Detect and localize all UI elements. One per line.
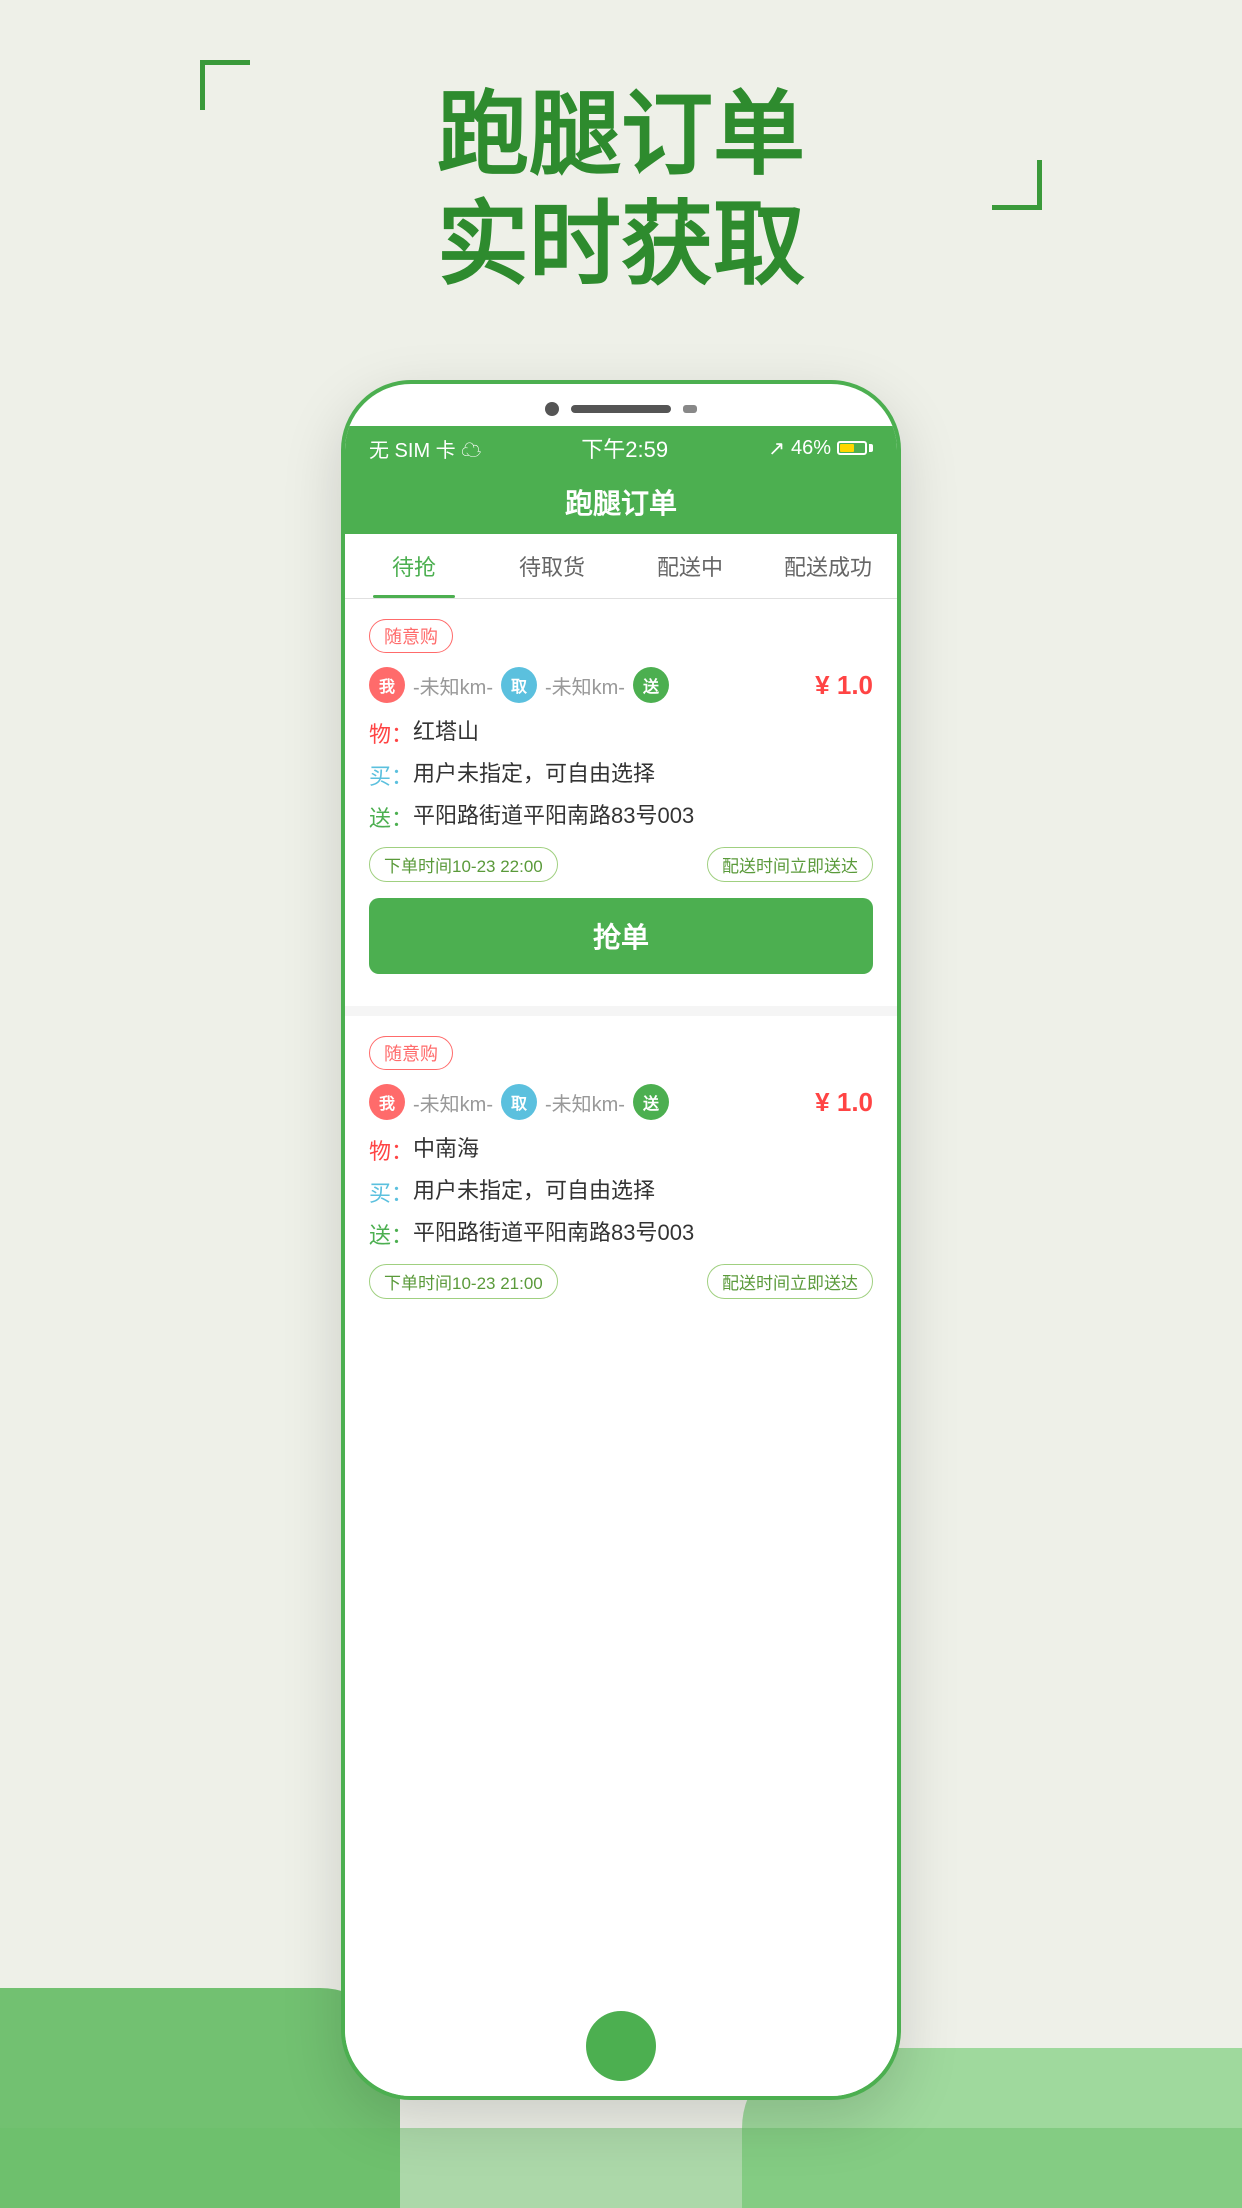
send-row-2: 送： 平阳路街道平阳南路83号003 (369, 1218, 873, 1250)
tab-pending-grab[interactable]: 待抢 (345, 534, 483, 598)
clock: 下午2:59 (581, 432, 668, 464)
tab-delivering[interactable]: 配送中 (621, 534, 759, 598)
home-button[interactable] (586, 2011, 656, 2081)
deliver-dot-1: 送 (633, 667, 669, 703)
sim-wifi-status: 无 SIM 卡 ☁ (369, 434, 481, 463)
buy-row-1: 买： 用户未指定，可自由选择 (369, 759, 873, 791)
header-title: 跑腿订单 实时获取 (0, 60, 1242, 321)
bracket-bottom-right (992, 160, 1042, 210)
send-label-1: 送： (369, 801, 413, 833)
order-card-1: 随意购 我 -未知km- 取 -未知km- 送 ¥ 1.0 物： 红塔山 (345, 599, 897, 994)
delivery-time-2: 配送时间立即送达 (707, 1264, 873, 1299)
order-tag-label-2: 随意购 (384, 1044, 438, 1064)
send-label-2: 送： (369, 1218, 413, 1250)
item-value-1: 红塔山 (413, 717, 479, 748)
tab-pending-pickup-label: 待取货 (519, 555, 585, 580)
battery-fill (840, 444, 854, 452)
home-button-area (345, 1996, 897, 2096)
send-value-2: 平阳路街道平阳南路83号003 (413, 1218, 694, 1249)
buy-value-1: 用户未指定，可自由选择 (413, 759, 655, 790)
buy-label-2: 买： (369, 1176, 413, 1208)
phone-content: 随意购 我 -未知km- 取 -未知km- 送 ¥ 1.0 物： 红塔山 (345, 599, 897, 2100)
time-row-2: 下单时间10-23 21:00 配送时间立即送达 (369, 1264, 873, 1299)
distance2-2: -未知km- (545, 1088, 625, 1117)
grab-button-1[interactable]: 抢单 (369, 898, 873, 974)
grab-button-label-1: 抢单 (593, 922, 649, 953)
status-bar: 无 SIM 卡 ☁ 下午2:59 ↗ 46% (345, 426, 897, 470)
status-left: 无 SIM 卡 ☁ (369, 434, 481, 463)
deliver-dot-2: 送 (633, 1084, 669, 1120)
phone-mockup: 无 SIM 卡 ☁ 下午2:59 ↗ 46% 跑腿订单 待抢 待取货 配送中 (341, 380, 901, 2100)
order-tag-label-1: 随意购 (384, 627, 438, 647)
distance1-2: -未知km- (413, 1088, 493, 1117)
send-row-1: 送： 平阳路街道平阳南路83号003 (369, 801, 873, 833)
time-row-1: 下单时间10-23 22:00 配送时间立即送达 (369, 847, 873, 882)
camera-dot (545, 402, 559, 416)
sensor (683, 405, 697, 413)
item-label-2: 物： (369, 1134, 413, 1166)
tab-pending-pickup[interactable]: 待取货 (483, 534, 621, 598)
speaker (571, 405, 671, 413)
deliver-label-1: 送 (643, 673, 659, 697)
distance2-1: -未知km- (545, 671, 625, 700)
app-title: 跑腿订单 (565, 488, 677, 519)
me-label-2: 我 (379, 1090, 395, 1114)
price-1: ¥ 1.0 (815, 670, 873, 701)
header-line2: 实时获取 (0, 190, 1242, 300)
item-value-2: 中南海 (413, 1134, 479, 1165)
order-tag-2: 随意购 (369, 1036, 453, 1070)
route-row-1: 我 -未知km- 取 -未知km- 送 ¥ 1.0 (369, 667, 873, 703)
deliver-label-2: 送 (643, 1090, 659, 1114)
tab-delivering-label: 配送中 (657, 555, 723, 580)
status-right: ↗ 46% (768, 436, 873, 461)
distance1-1: -未知km- (413, 671, 493, 700)
battery-icon (837, 441, 873, 455)
battery-percent: 46% (791, 437, 831, 460)
power-button (897, 754, 901, 864)
header-line1: 跑腿订单 (0, 80, 1242, 190)
buy-row-2: 买： 用户未指定，可自由选择 (369, 1176, 873, 1208)
header-area: 跑腿订单 实时获取 (0, 60, 1242, 321)
me-label-1: 我 (379, 673, 395, 697)
app-header: 跑腿订单 (345, 470, 897, 534)
bracket-top-left (200, 60, 250, 110)
delivery-time-1: 配送时间立即送达 (707, 847, 873, 882)
divider-1 (345, 1006, 897, 1016)
phone-top-bar (345, 384, 897, 426)
me-dot-1: 我 (369, 667, 405, 703)
pick-label-2: 取 (511, 1090, 527, 1114)
tab-bar: 待抢 待取货 配送中 配送成功 (345, 534, 897, 599)
tab-delivered-label: 配送成功 (784, 555, 872, 580)
pick-label-1: 取 (511, 673, 527, 697)
pick-dot-2: 取 (501, 1084, 537, 1120)
item-row-1: 物： 红塔山 (369, 717, 873, 749)
tab-delivered[interactable]: 配送成功 (759, 534, 897, 598)
bg-decoration-center (0, 2128, 1242, 2208)
signal-icon: ↗ (768, 436, 785, 461)
battery-body (837, 441, 867, 455)
send-value-1: 平阳路街道平阳南路83号003 (413, 801, 694, 832)
item-label-1: 物： (369, 717, 413, 749)
battery-tip (869, 444, 873, 452)
pick-dot-1: 取 (501, 667, 537, 703)
buy-label-1: 买： (369, 759, 413, 791)
route-row-2: 我 -未知km- 取 -未知km- 送 ¥ 1.0 (369, 1084, 873, 1120)
buy-value-2: 用户未指定，可自由选择 (413, 1176, 655, 1207)
order-time-1: 下单时间10-23 22:00 (369, 847, 558, 882)
price-2: ¥ 1.0 (815, 1087, 873, 1118)
order-card-2: 随意购 我 -未知km- 取 -未知km- 送 ¥ 1.0 物： 中南海 (345, 1016, 897, 1335)
tab-pending-grab-label: 待抢 (392, 555, 436, 580)
me-dot-2: 我 (369, 1084, 405, 1120)
item-row-2: 物： 中南海 (369, 1134, 873, 1166)
order-tag-1: 随意购 (369, 619, 453, 653)
volume-down-button (341, 804, 345, 884)
volume-up-button (341, 704, 345, 784)
order-time-2: 下单时间10-23 21:00 (369, 1264, 558, 1299)
